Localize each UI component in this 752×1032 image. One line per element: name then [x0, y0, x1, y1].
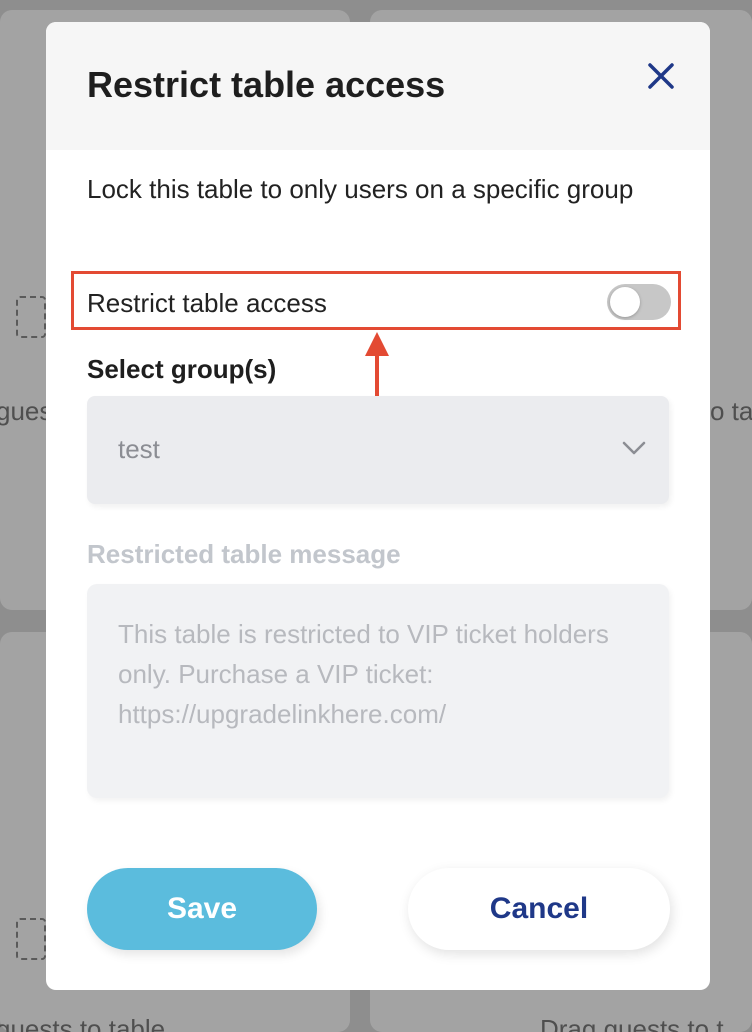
chevron-down-icon: [621, 438, 647, 458]
toggle-knob: [610, 287, 640, 317]
restricted-message-label: Restricted table message: [87, 539, 401, 569]
background-text: Drag guests to t: [540, 1014, 724, 1032]
restricted-message-input[interactable]: [87, 584, 669, 798]
save-button[interactable]: Save: [87, 868, 317, 950]
group-select-value: test: [118, 434, 160, 464]
background-text: o ta: [710, 396, 752, 426]
background-text: gues: [0, 396, 53, 426]
dialog-title: Restrict table access: [87, 64, 446, 105]
seat-placeholder-icon: [16, 918, 46, 960]
dialog-header: Restrict table access: [46, 22, 710, 150]
group-select[interactable]: test: [87, 396, 669, 504]
close-icon: [648, 63, 674, 89]
dialog-description: Lock this table to only users on a speci…: [87, 174, 634, 204]
close-button[interactable]: [641, 56, 681, 96]
seat-placeholder-icon: [16, 296, 46, 338]
restrict-access-dialog: Restrict table access Lock this table to…: [46, 22, 710, 990]
cancel-button[interactable]: Cancel: [408, 868, 670, 950]
background-text: guests to table: [0, 1014, 166, 1032]
restrict-access-row: Restrict table access: [71, 271, 681, 330]
restrict-access-toggle[interactable]: [607, 284, 671, 320]
select-groups-label: Select group(s): [87, 354, 277, 384]
restrict-access-label: Restrict table access: [87, 288, 327, 318]
